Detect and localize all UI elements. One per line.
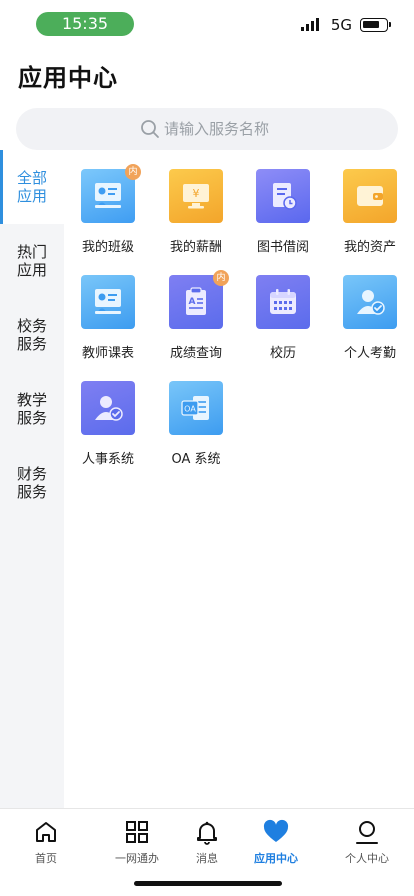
app-label: 我的资产 bbox=[343, 240, 396, 255]
category-label: 财务服务 bbox=[16, 465, 47, 501]
app-attendance[interactable]: 个人考勤 bbox=[328, 256, 412, 361]
tab-home[interactable]: 首页 bbox=[5, 815, 87, 867]
battery-icon bbox=[360, 18, 391, 32]
category-all[interactable]: 全部应用 bbox=[0, 150, 64, 224]
status-time: 15:35 bbox=[36, 12, 134, 36]
category-label: 校务服务 bbox=[16, 317, 47, 353]
app-label: 人事系统 bbox=[81, 452, 134, 467]
app-label: 我的班级 bbox=[81, 240, 134, 255]
heart-icon bbox=[263, 819, 289, 842]
badge-internal: 内 bbox=[125, 164, 141, 180]
teacher-board-icon bbox=[81, 275, 135, 329]
search-icon bbox=[141, 120, 159, 138]
svg-text:A: A bbox=[189, 297, 196, 307]
grid-icon bbox=[126, 821, 148, 843]
oa-document-icon: OA bbox=[169, 381, 223, 435]
category-label: 全部应用 bbox=[16, 169, 47, 205]
category-label: 热门应用 bbox=[16, 243, 47, 279]
oa-icon-text: OA bbox=[184, 405, 196, 414]
app-label: 校历 bbox=[269, 346, 296, 361]
tab-label: 首页 bbox=[35, 852, 57, 865]
app-my-assets[interactable]: 我的资产 bbox=[328, 150, 412, 255]
category-sidebar: 全部应用 热门应用 校务服务 教学服务 财务服务 bbox=[0, 150, 64, 808]
app-school-calendar[interactable]: 校历 bbox=[241, 256, 325, 361]
app-label: 图书借阅 bbox=[256, 240, 309, 255]
tab-label: 应用中心 bbox=[254, 852, 298, 865]
app-library[interactable]: 图书借阅 bbox=[241, 150, 325, 255]
app-label: 教师课表 bbox=[81, 346, 134, 361]
app-personnel-system[interactable]: 人事系统 bbox=[66, 362, 150, 467]
app-my-salary[interactable]: ¥ 我的薪酬 bbox=[154, 150, 238, 255]
category-finance[interactable]: 财务服务 bbox=[0, 446, 64, 520]
tab-app-center[interactable]: 应用中心 bbox=[235, 815, 317, 867]
personnel-icon bbox=[81, 381, 135, 435]
home-icon bbox=[36, 822, 56, 842]
salary-monitor-icon: ¥ bbox=[169, 169, 223, 223]
wallet-icon bbox=[343, 169, 397, 223]
category-label: 教学服务 bbox=[16, 391, 47, 427]
status-bar: 15:35 5G bbox=[0, 0, 414, 48]
search-bar[interactable] bbox=[16, 108, 398, 150]
category-teaching[interactable]: 教学服务 bbox=[0, 372, 64, 446]
book-clock-icon bbox=[256, 169, 310, 223]
app-my-class[interactable]: 内 我的班级 bbox=[66, 150, 150, 255]
status-indicators: 5G bbox=[300, 16, 391, 34]
user-check-icon bbox=[343, 275, 397, 329]
network-type: 5G bbox=[330, 16, 352, 34]
search-input[interactable] bbox=[164, 120, 274, 138]
bell-icon bbox=[197, 821, 217, 845]
tab-label: 个人中心 bbox=[345, 852, 389, 865]
app-label: 成绩查询 bbox=[169, 346, 222, 361]
tab-profile[interactable]: 个人中心 bbox=[326, 815, 408, 867]
signal-icon bbox=[300, 18, 319, 31]
app-label: 个人考勤 bbox=[343, 346, 396, 361]
person-icon bbox=[356, 821, 378, 844]
category-school-affairs[interactable]: 校务服务 bbox=[0, 298, 64, 372]
app-teacher-schedule[interactable]: 教师课表 bbox=[66, 256, 150, 361]
app-oa-system[interactable]: OA OA 系统 bbox=[154, 362, 238, 467]
app-label: 我的薪酬 bbox=[169, 240, 222, 255]
svg-text:¥: ¥ bbox=[193, 187, 200, 200]
badge-internal: 内 bbox=[213, 270, 229, 286]
app-label: OA 系统 bbox=[171, 452, 221, 467]
page-title: 应用中心 bbox=[18, 64, 118, 92]
app-grade-query[interactable]: A 内 成绩查询 bbox=[154, 256, 238, 361]
home-indicator bbox=[134, 881, 282, 886]
calendar-icon bbox=[256, 275, 310, 329]
category-hot[interactable]: 热门应用 bbox=[0, 224, 64, 298]
